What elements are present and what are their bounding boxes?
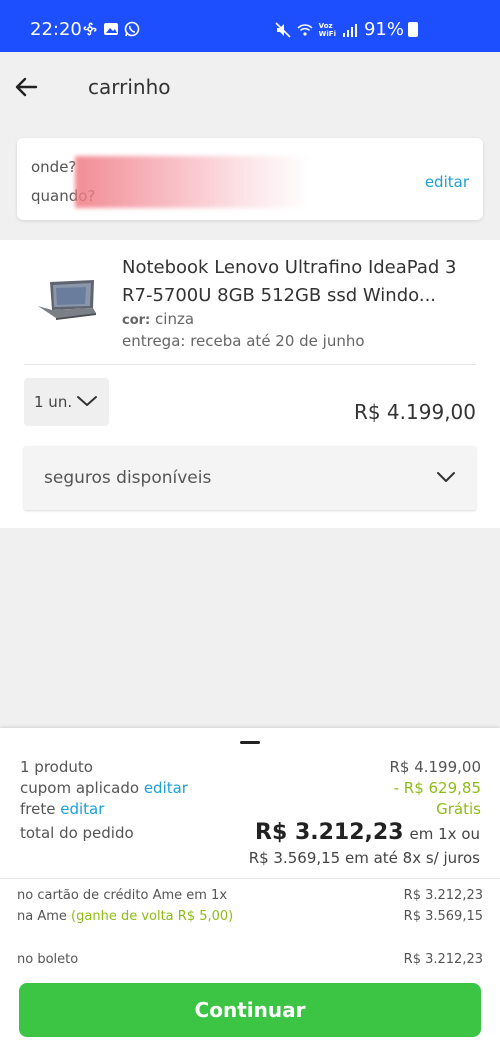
order-summary: 1 produto R$ 4.199,00 cupom aplicado edi… [0,728,500,1057]
shipping-value: Grátis [436,800,481,818]
insurance-dropdown[interactable]: seguros disponíveis [24,446,476,510]
whatsapp-icon [124,21,140,37]
payment-value: R$ 3.212,23 [403,952,483,967]
total-label: total do pedido [20,824,134,842]
redacted-address [75,156,310,208]
page-title: carrinho [88,75,171,99]
total-value: R$ 3.212,23 [255,820,404,845]
edit-shipping-link[interactable]: editar [60,800,104,818]
chevron-down-icon [437,472,455,482]
total-suffix: em 1x ou [409,825,480,843]
address-where: onde? [31,158,77,176]
status-bar: 22:20 Voz WiFi 91% [0,0,500,52]
product-image[interactable] [36,278,98,320]
total-price: R$ 3.212,23 em 1x ou [255,820,480,845]
status-time: 22:20 [30,19,82,40]
battery-icon [408,22,418,37]
payment-value: R$ 3.569,15 [403,909,483,924]
quantity-select[interactable]: 1 un. [24,378,109,426]
products-value: R$ 4.199,00 [389,758,481,776]
drag-handle[interactable] [240,741,260,744]
products-label: 1 produto [20,758,93,776]
cashback-text: (ganhe de volta R$ 5,00) [71,909,234,924]
mute-icon [275,21,291,38]
divider [24,364,476,365]
coupon-value: - R$ 629,85 [393,779,481,797]
back-arrow-icon[interactable] [14,74,40,100]
pinwheel-icon [83,22,97,36]
cart-item: Notebook Lenovo Ultrafino IdeaPad 3 R7-5… [0,240,500,528]
payment-label: no cartão de crédito Ame em 1x [17,888,228,903]
app-header: carrinho [0,52,500,122]
signal-icon [342,23,357,37]
divider [0,878,500,879]
product-color-label: cor: [122,313,151,328]
payment-label: na Ame [17,909,67,924]
product-color: cor: cinza [122,310,194,328]
payment-value: R$ 3.212,23 [403,888,483,903]
product-name[interactable]: Notebook Lenovo Ultrafino IdeaPad 3 R7-5… [122,254,462,310]
coupon-label: cupom aplicado [20,779,140,797]
wifi-calling-icon [297,23,313,36]
battery-percentage: 91% [363,19,404,40]
shipping-label: frete [20,800,56,818]
status-system-icons: Voz WiFi 91% [275,19,404,40]
continue-button[interactable]: Continuar [19,983,481,1037]
installments-text: R$ 3.569,15 em até 8x s/ juros [248,849,480,867]
address-card[interactable]: onde? quando? editar [17,138,483,220]
payment-label: no boleto [17,952,79,967]
chevron-down-icon [77,396,97,406]
product-color-value: cinza [155,310,195,328]
gallery-icon [104,23,118,35]
status-notification-icons [82,21,140,37]
product-delivery: entrega: receba até 20 de junho [122,332,365,350]
edit-address-link[interactable]: editar [425,173,469,191]
quantity-value: 1 un. [34,393,73,411]
insurance-label: seguros disponíveis [44,468,212,488]
edit-coupon-link[interactable]: editar [144,779,188,797]
vowifi-label: Voz WiFi [318,21,336,38]
product-price: R$ 4.199,00 [353,400,476,424]
